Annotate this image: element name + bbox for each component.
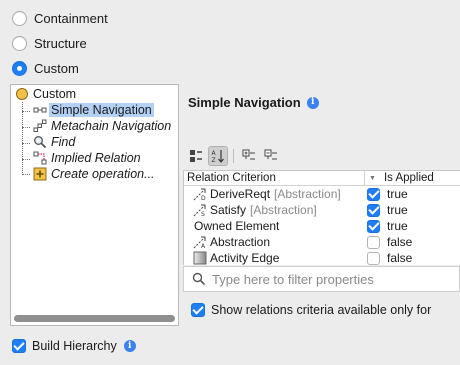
tree-item-simple-navigation[interactable]: Simple Navigation <box>33 102 154 118</box>
svg-text:A: A <box>212 150 217 157</box>
panel-title-row: Simple Navigation i <box>188 95 319 110</box>
radio-structure-label[interactable]: Structure <box>34 36 87 51</box>
is-applied-checkbox[interactable] <box>367 235 380 249</box>
show-criteria-checkbox[interactable] <box>191 303 205 317</box>
alphabetical-sort-button[interactable]: AZ <box>208 146 228 166</box>
row-stereotype: [Abstraction] <box>274 187 341 201</box>
collapse-all-icon <box>264 149 277 160</box>
collapse-all-button[interactable] <box>261 146 281 166</box>
radio-custom-indicator[interactable] <box>12 60 27 76</box>
build-hierarchy-checkbox[interactable] <box>12 339 26 353</box>
activity-edge-icon <box>193 251 207 265</box>
table-row[interactable]: S Satisfy [Abstraction] true <box>184 202 460 218</box>
is-applied-value: false <box>387 235 413 249</box>
derive-reqt-icon: D <box>193 188 206 201</box>
radio-structure-indicator[interactable] <box>12 35 27 51</box>
is-applied-checkbox[interactable] <box>367 203 380 217</box>
satisfy-icon: S <box>193 204 206 217</box>
tree-item-label: Simple Navigation <box>49 103 154 117</box>
criteria-tree[interactable]: Custom Simple Navigation Metachain Navig… <box>10 84 179 326</box>
info-icon[interactable]: i <box>306 96 319 109</box>
toolbar-separator <box>233 149 234 163</box>
is-applied-checkbox[interactable] <box>367 187 380 201</box>
radio-containment-label[interactable]: Containment <box>34 11 108 26</box>
is-applied-value: true <box>387 187 408 201</box>
is-applied-checkbox[interactable] <box>367 251 380 265</box>
svg-text:A: A <box>201 243 206 249</box>
tree-item-label: Metachain Navigation <box>51 119 172 133</box>
expand-all-button[interactable] <box>239 146 259 166</box>
row-name: DeriveReqt <box>210 187 271 201</box>
relation-criteria-table: Relation Criterion ▼ Is Applied D Derive… <box>183 170 460 265</box>
tree-item-create-operation[interactable]: Create operation... <box>33 166 157 182</box>
tree-root-custom[interactable]: Custom <box>15 86 78 102</box>
tree-item-find[interactable]: Find <box>33 134 77 150</box>
radio-containment[interactable]: Containment <box>12 8 108 28</box>
custom-folder-icon <box>15 87 29 101</box>
create-operation-icon <box>33 167 47 181</box>
metachain-navigation-icon <box>33 119 47 133</box>
svg-text:S: S <box>201 211 205 217</box>
is-applied-value: false <box>387 251 413 265</box>
show-criteria-checkbox-row[interactable]: Show relations criteria available only f… <box>191 303 431 317</box>
table-header: Relation Criterion ▼ Is Applied <box>184 171 460 186</box>
search-icon <box>192 272 206 286</box>
is-applied-checkbox[interactable] <box>367 219 380 233</box>
show-criteria-label[interactable]: Show relations criteria available only f… <box>211 303 431 317</box>
tree-guide-line <box>22 127 30 128</box>
svg-text:Z: Z <box>212 157 216 163</box>
implied-relation-icon <box>33 151 47 165</box>
is-applied-value: true <box>387 203 408 217</box>
radio-custom-label[interactable]: Custom <box>34 61 79 76</box>
properties-toolbar: AZ <box>186 146 283 166</box>
tree-guide-line <box>22 111 30 112</box>
info-icon[interactable]: i <box>123 340 136 352</box>
row-stereotype: [Abstraction] <box>250 203 317 217</box>
alphabetical-sort-icon: AZ <box>212 150 224 163</box>
tree-guide-line <box>22 174 30 175</box>
radio-custom[interactable]: Custom <box>12 58 79 78</box>
build-hierarchy-checkbox-row[interactable]: Build Hierarchy i <box>12 339 136 353</box>
categorized-view-button[interactable] <box>186 146 206 166</box>
build-hierarchy-label[interactable]: Build Hierarchy <box>32 339 117 353</box>
sort-descending-icon: ▼ <box>369 174 376 182</box>
tree-root-label: Custom <box>33 87 77 101</box>
find-icon <box>33 135 47 149</box>
row-name: Satisfy <box>210 203 247 217</box>
filter-field[interactable] <box>183 266 460 292</box>
tree-horizontal-scrollbar[interactable] <box>14 315 175 322</box>
simple-navigation-icon <box>33 103 47 117</box>
table-row[interactable]: D DeriveReqt [Abstraction] true <box>184 186 460 202</box>
tree-guide-line <box>22 159 30 160</box>
svg-text:D: D <box>201 195 206 201</box>
tree-item-label: Implied Relation <box>51 151 141 165</box>
table-row[interactable]: A Abstraction false <box>184 234 460 250</box>
radio-structure[interactable]: Structure <box>12 33 87 53</box>
column-header-applied[interactable]: ▼ Is Applied <box>369 172 434 184</box>
row-name: Activity Edge <box>210 251 280 265</box>
column-header-applied-label: Is Applied <box>383 172 434 184</box>
column-header-criterion[interactable]: Relation Criterion <box>187 172 276 184</box>
table-row[interactable]: Activity Edge false <box>184 250 460 265</box>
tree-item-label: Find <box>51 135 76 149</box>
tree-item-label: Create operation... <box>51 167 155 181</box>
expand-all-icon <box>242 149 255 160</box>
row-name: Owned Element <box>194 219 280 233</box>
column-divider[interactable] <box>364 171 365 186</box>
categorized-view-icon <box>190 150 202 162</box>
row-name: Abstraction <box>210 235 271 249</box>
radio-containment-indicator[interactable] <box>12 10 27 26</box>
table-row[interactable]: Owned Element true <box>184 218 460 234</box>
tree-guide-line <box>22 143 30 144</box>
filter-input[interactable] <box>206 271 446 287</box>
abstraction-icon: A <box>193 236 206 249</box>
panel-title: Simple Navigation <box>188 95 301 110</box>
tree-item-metachain-navigation[interactable]: Metachain Navigation <box>33 118 173 134</box>
is-applied-value: true <box>387 219 408 233</box>
tree-guide-line <box>22 102 23 173</box>
tree-item-implied-relation[interactable]: Implied Relation <box>33 150 143 166</box>
